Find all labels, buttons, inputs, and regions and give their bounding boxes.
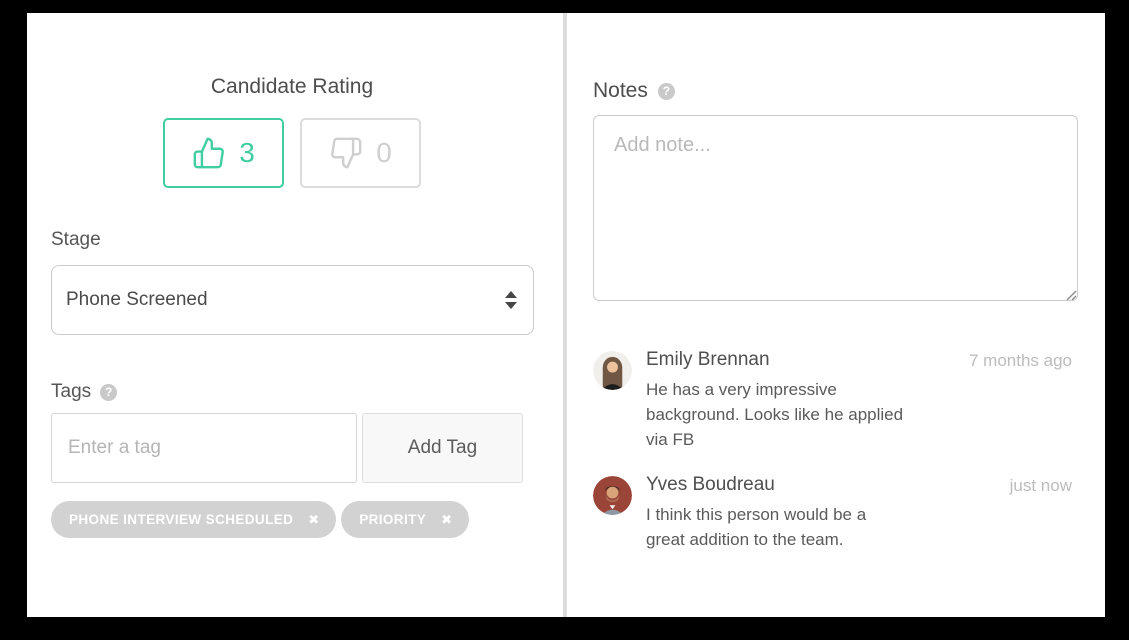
note-timestamp: 7 months ago [969,351,1072,371]
note-author: Yves Boudreau [646,474,775,496]
note-author: Emily Brennan [646,349,770,371]
remove-tag-icon[interactable]: ✖ [308,513,319,526]
tag-pill-label: PHONE INTERVIEW SCHEDULED [69,512,293,527]
thumbs-up-icon [192,136,226,170]
remove-tag-icon[interactable]: ✖ [441,513,452,526]
note-body: He has a very impressive background. Loo… [646,377,903,452]
rating-stage-tags-panel: Candidate Rating 3 0 Stage [27,13,563,617]
upvote-count: 3 [239,137,255,169]
thumbs-up-button[interactable]: 3 [163,118,284,188]
notes-label-text: Notes [593,79,648,103]
avatar [593,476,632,515]
notes-label: Notes ? [593,79,675,103]
tags-label-text: Tags [51,381,91,403]
tag-pill: PRIORITY ✖ [341,501,469,538]
thumbs-down-icon [329,136,363,170]
notes-help-icon[interactable]: ? [658,83,675,100]
avatar [593,351,632,390]
downvote-count: 0 [376,137,392,169]
tags-help-icon[interactable]: ? [100,384,117,401]
tag-input[interactable] [51,413,357,483]
candidate-rating-title: Candidate Rating [137,75,447,99]
tag-pill-row: PHONE INTERVIEW SCHEDULED ✖ PRIORITY ✖ [51,501,469,538]
note-body: I think this person would be a great add… [646,502,866,552]
note-timestamp: just now [1010,476,1072,496]
screenshot-stage: Candidate Rating 3 0 Stage [0,0,1129,640]
tag-pill: PHONE INTERVIEW SCHEDULED ✖ [51,501,336,538]
tag-pill-label: PRIORITY [359,512,426,527]
stage-label: Stage [51,229,101,251]
candidate-detail-card: Candidate Rating 3 0 Stage [27,13,1105,617]
thumbs-down-button[interactable]: 0 [300,118,421,188]
stage-select[interactable]: Phone Screened [51,265,534,335]
tags-label: Tags ? [51,381,117,403]
add-tag-button[interactable]: Add Tag [362,413,523,483]
stage-selected-value: Phone Screened [66,289,505,311]
select-arrows-icon [505,291,517,309]
add-note-textarea[interactable] [593,115,1078,301]
notes-panel: Notes ? [567,13,1105,617]
